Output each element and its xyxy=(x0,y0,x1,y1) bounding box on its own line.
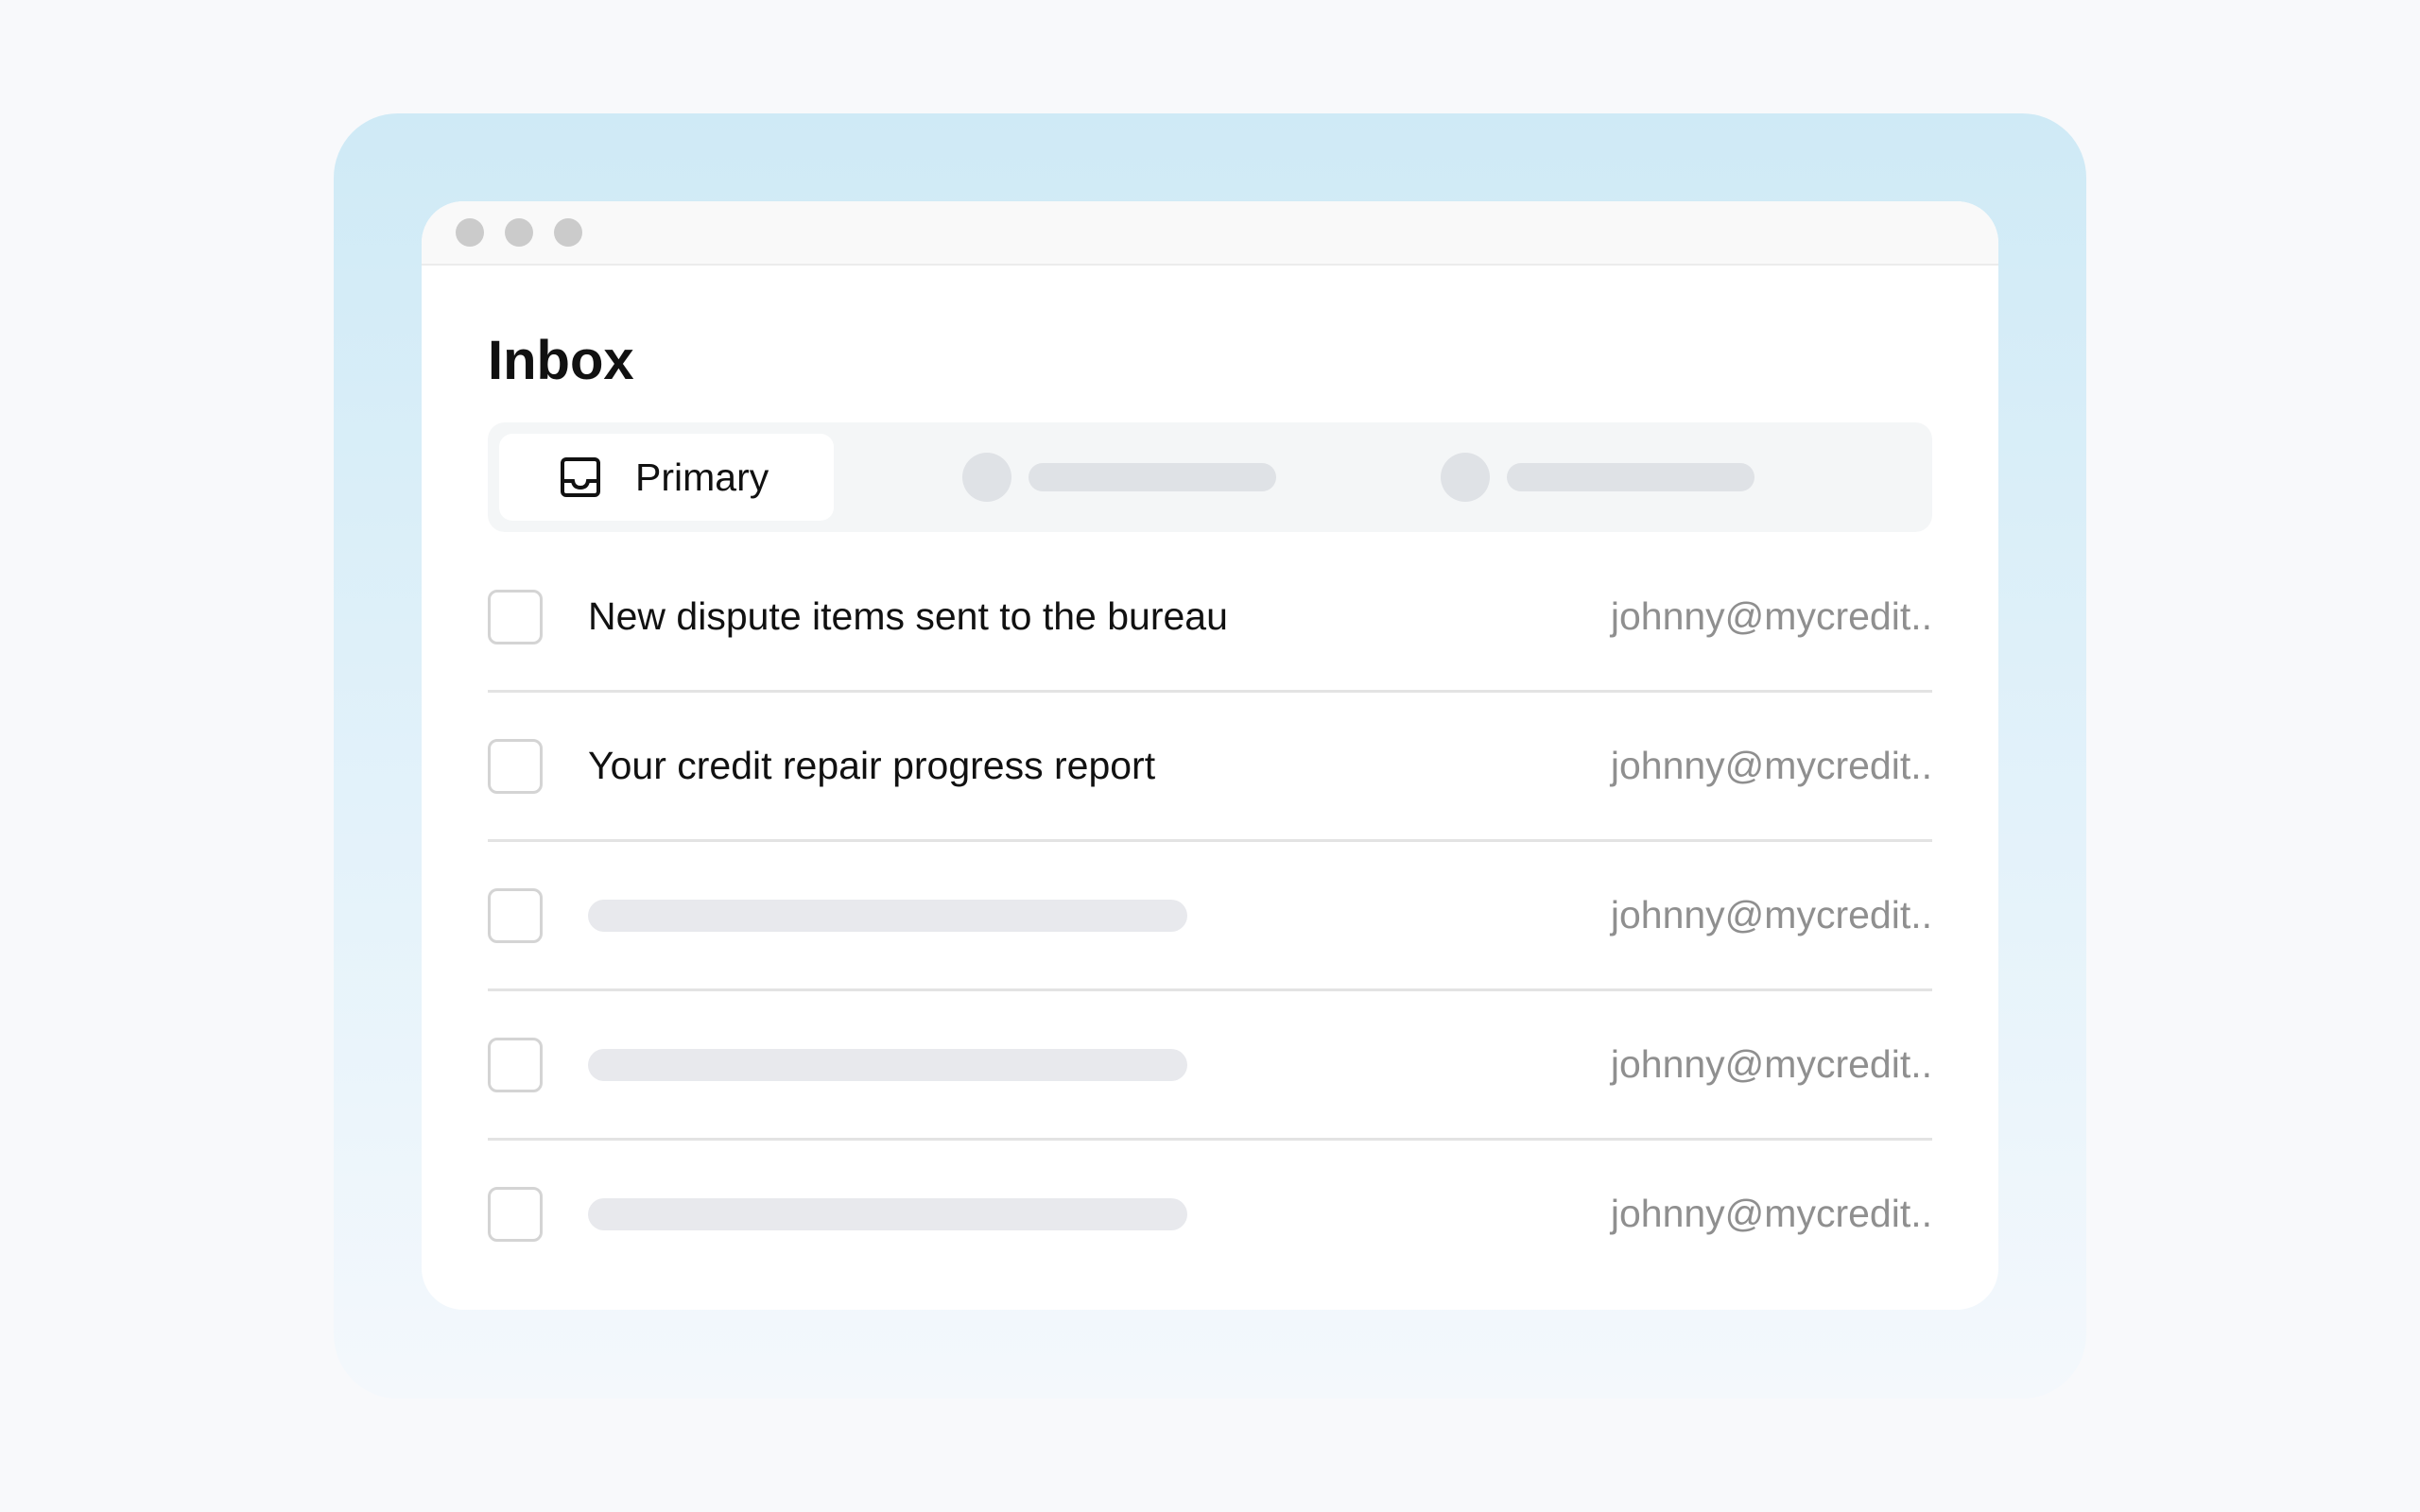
inbox-tabs: Primary xyxy=(488,422,1932,532)
window-maximize-dot[interactable] xyxy=(554,218,582,247)
email-checkbox[interactable] xyxy=(488,887,543,943)
email-checkbox[interactable] xyxy=(488,738,543,794)
email-sender: johnny@mycredit.. xyxy=(1610,1042,1932,1086)
email-sender: johnny@mycredit.. xyxy=(1610,1192,1932,1235)
email-row[interactable]: New dispute items sent to the bureau joh… xyxy=(488,543,1932,693)
email-subject-placeholder xyxy=(588,899,1187,932)
inbox-content: Inbox Primary New dispute items sent to … xyxy=(488,266,1932,1287)
email-row[interactable]: johnny@mycredit.. xyxy=(488,991,1932,1141)
inbox-tray-icon xyxy=(560,456,601,498)
email-subject: New dispute items sent to the bureau xyxy=(588,594,1228,638)
email-row[interactable]: Your credit repair progress report johnn… xyxy=(488,693,1932,842)
tab-placeholder-3[interactable] xyxy=(1441,453,1754,502)
tab-placeholder-label xyxy=(1028,463,1276,491)
tab-placeholder-icon xyxy=(962,453,1011,502)
tab-placeholder-2[interactable] xyxy=(962,453,1276,502)
email-row[interactable]: johnny@mycredit.. xyxy=(488,1141,1932,1287)
app-window: Inbox Primary New dispute items sent to … xyxy=(422,201,1998,1310)
email-sender: johnny@mycredit.. xyxy=(1610,893,1932,936)
email-checkbox[interactable] xyxy=(488,1186,543,1242)
email-sender: johnny@mycredit.. xyxy=(1610,594,1932,638)
email-checkbox[interactable] xyxy=(488,1037,543,1092)
tab-placeholder-icon xyxy=(1441,453,1490,502)
tab-primary[interactable]: Primary xyxy=(499,434,834,521)
email-checkbox[interactable] xyxy=(488,589,543,644)
email-subject-placeholder xyxy=(588,1048,1187,1081)
email-subject: Your credit repair progress report xyxy=(588,744,1156,787)
email-sender: johnny@mycredit.. xyxy=(1610,744,1932,787)
window-titlebar xyxy=(422,201,1998,266)
window-minimize-dot[interactable] xyxy=(505,218,533,247)
window-close-dot[interactable] xyxy=(456,218,484,247)
tab-placeholder-label xyxy=(1507,463,1754,491)
page-title: Inbox xyxy=(488,330,634,391)
email-row[interactable]: johnny@mycredit.. xyxy=(488,842,1932,991)
email-subject-placeholder xyxy=(588,1197,1187,1230)
email-list: New dispute items sent to the bureau joh… xyxy=(488,543,1932,1287)
tab-primary-label: Primary xyxy=(635,455,769,499)
